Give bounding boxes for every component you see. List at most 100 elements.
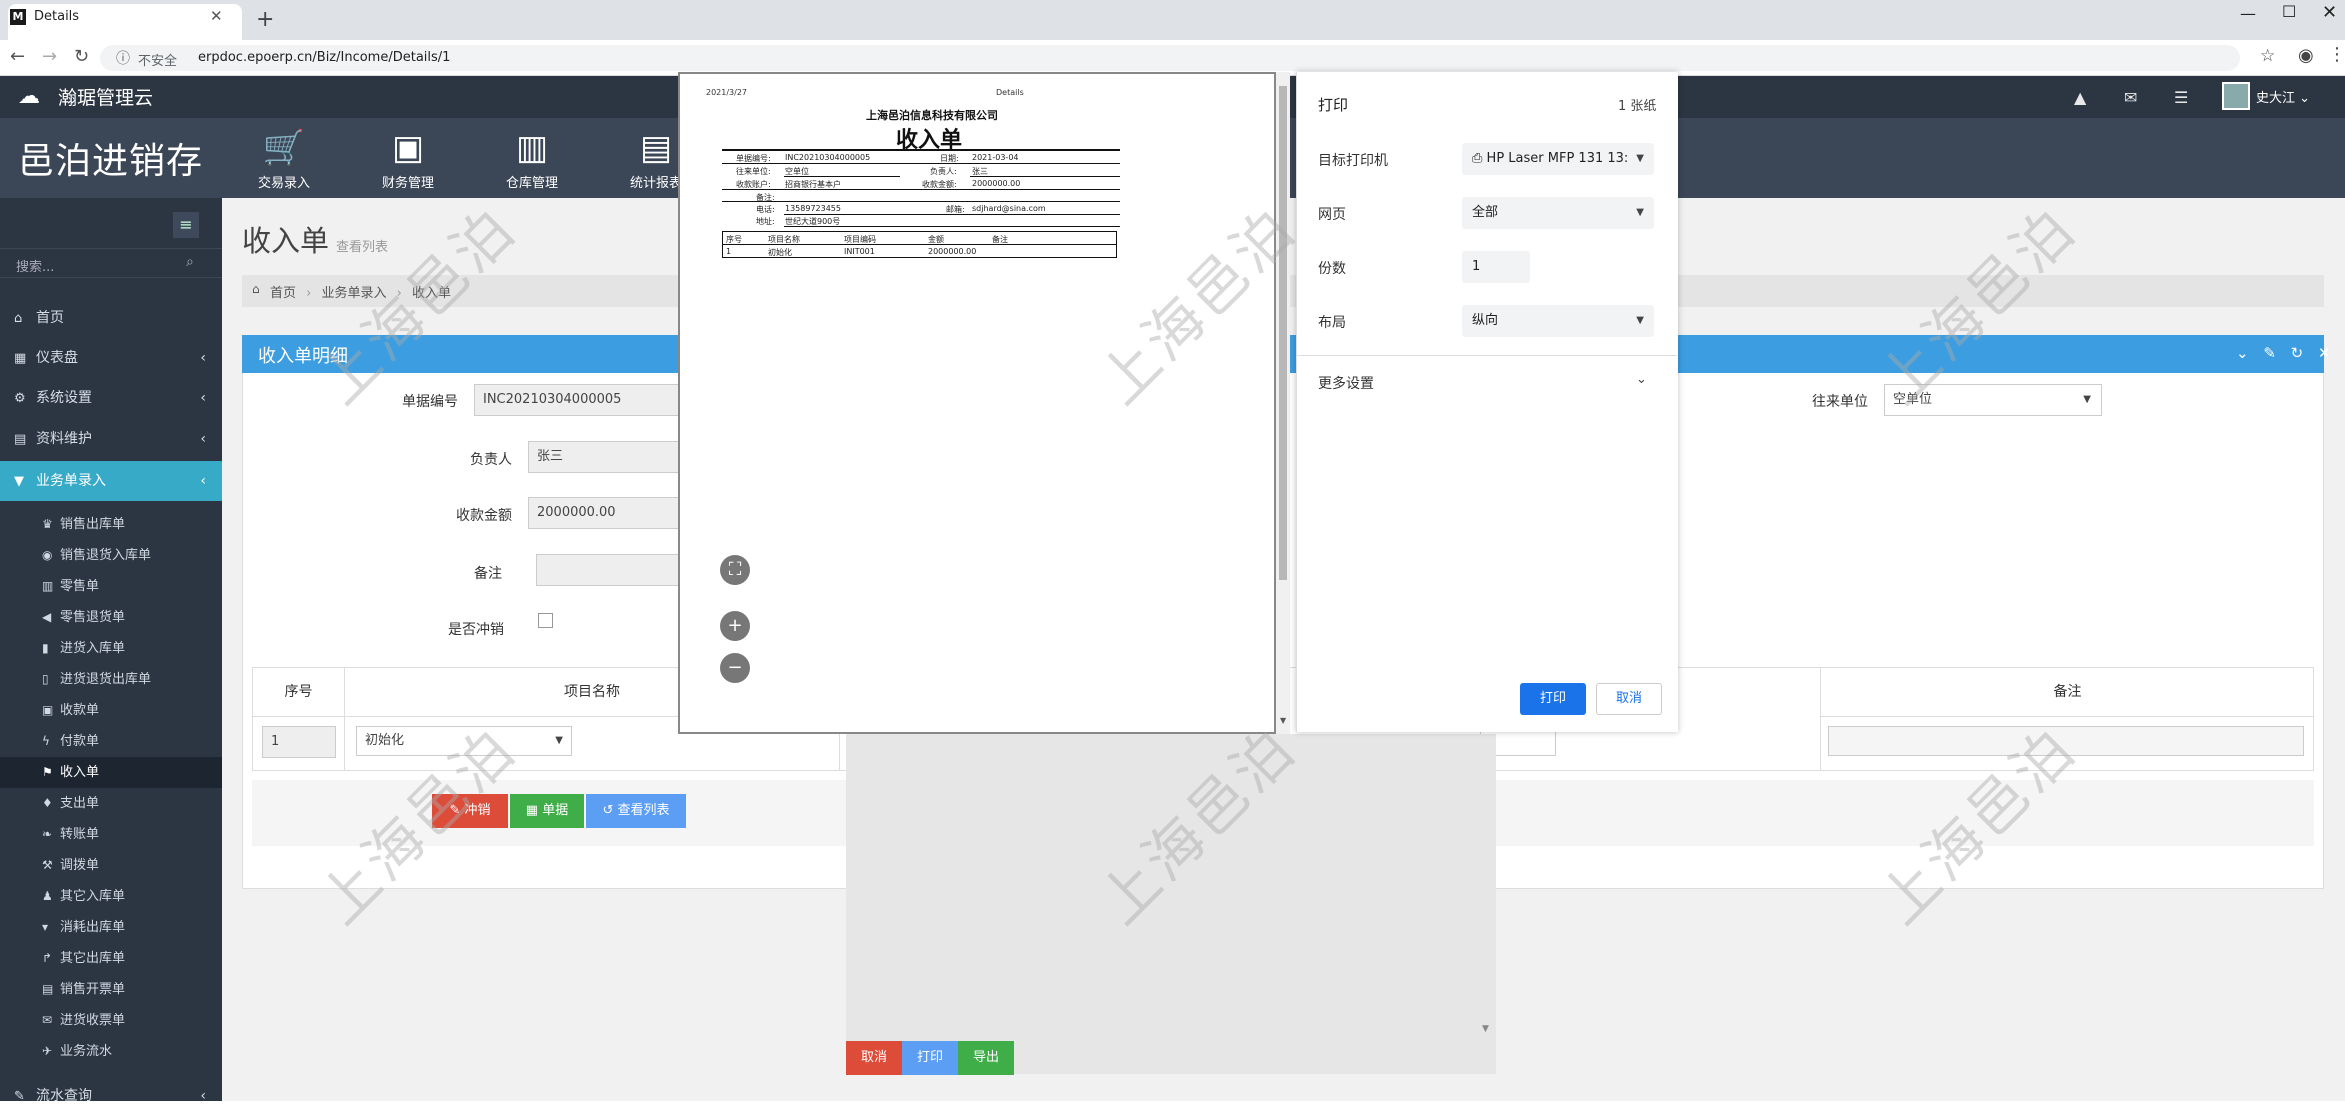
zoom-in-icon[interactable]: + [720,611,750,641]
pv-th: 备注 [992,235,1008,244]
bullhorn-icon: ◀ [42,610,52,624]
chevron-down-icon[interactable]: ⌄ [1636,372,1647,387]
subitem-consume-out[interactable]: ▾ 消耗出库单 [0,912,222,943]
cancel-button[interactable]: 取消 [1596,683,1662,715]
account-icon[interactable]: ◉ [2298,45,2314,66]
subitem-purchase-return[interactable]: ▯ 进货退货出库单 [0,664,222,695]
back-icon[interactable]: ← [10,46,25,67]
preview-rule [722,149,1120,151]
fit-page-icon[interactable]: ⛶ [720,555,750,585]
subitem-retail[interactable]: ▥ 零售单 [0,571,222,602]
sidebar-toggle-icon[interactable]: ≡ [173,212,199,238]
subitem-receipt[interactable]: ▣ 收款单 [0,695,222,726]
print-button[interactable]: 打印 [1520,683,1586,715]
tab-close-icon[interactable]: ✕ [210,7,223,25]
print-title: 打印 [1318,96,1349,114]
maximize-button[interactable]: ☐ [2282,2,2296,21]
leaf-icon: ❧ [42,827,53,841]
chevron-left-icon: ‹ [200,390,206,406]
browser-menu-icon[interactable]: ⋮ [2328,44,2345,65]
subitem-income[interactable]: ⚑ 收入单 [0,757,222,788]
preview-cancel-button[interactable]: 取消 [846,1041,902,1075]
subitem-purchase-in[interactable]: ▮ 进货入库单 [0,633,222,664]
settings-divider [1297,355,1677,356]
subitem-other-out[interactable]: ↱ 其它出库单 [0,943,222,974]
module-label: 仓库管理 [505,176,558,191]
subitem-label: 业务流水 [60,1044,113,1059]
bookmark-star-icon[interactable]: ☆ [2260,46,2275,66]
favicon: M [10,9,26,25]
list-button[interactable]: ↺ 查看列表 [586,794,686,828]
sidebar-item-flow[interactable]: ✎ 流水查询 ‹ [0,1076,222,1104]
subitem-business-flow[interactable]: ✈ 业务流水 [0,1036,222,1067]
book-icon: ▤ [14,432,27,447]
cart-icon: 🛒 [262,128,306,168]
module-label: 交易录入 [257,176,310,191]
sidebar-item-data[interactable]: ▤ 资料维护 ‹ [0,419,222,459]
sidebar-item-dashboard[interactable]: ▦ 仪表盘 ‹ [0,338,222,378]
sidebar-item-label: 流水查询 [36,1088,92,1104]
sidebar-item-home[interactable]: ⌂ 首页 [0,298,222,338]
table-icon: ▦ [525,803,543,818]
trophy-icon: ♛ [42,517,53,531]
preview-export-button[interactable]: 导出 [958,1041,1014,1075]
pv-td: 初始化 [768,248,792,257]
page-subtitle[interactable]: 查看列表 [336,236,388,255]
search-icon[interactable]: ⌕ [186,254,194,270]
module-finance[interactable]: ▣ 财务管理 [348,120,468,198]
row-no-field[interactable]: 1 [262,726,336,758]
pv-td: INIT001 [844,247,875,256]
envelope-icon[interactable]: ✉ [2124,88,2137,107]
amount-field[interactable]: 2000000.00 [528,497,684,529]
info-icon[interactable]: ⓘ [116,48,130,68]
subitem-sales-invoice[interactable]: ▤ 销售开票单 [0,974,222,1005]
doc-no-field[interactable]: INC20210304000005 [474,384,684,416]
sidebar-item-settings[interactable]: ⚙ 系统设置 ‹ [0,378,222,418]
warning-icon[interactable]: ▲ [2074,88,2086,107]
offset-checkbox[interactable] [538,613,553,628]
subitem-payment[interactable]: ϟ 付款单 [0,726,222,757]
amount-label: 收款金额 [456,508,512,524]
more-settings[interactable]: 更多设置 [1318,373,1374,393]
row-item-value: 初始化 [365,733,405,748]
subitem-other-in[interactable]: ♟ 其它入库单 [0,881,222,912]
subitem-transfer[interactable]: ❧ 转账单 [0,819,222,850]
caret-down-icon: ▼ [1636,207,1644,218]
panel-controls[interactable]: ⌄ ✎ ↻ ✕ [2236,344,2336,362]
preview-scroll-thumb[interactable] [1279,86,1287,580]
sidebar-item-business[interactable]: ▼ 业务单录入 ‹ [0,461,222,501]
layout-select[interactable]: 纵向 ▼ [1462,305,1654,337]
subitem-sales-out[interactable]: ♛ 销售出库单 [0,509,222,540]
subitem-label: 其它出库单 [60,951,126,966]
close-window-button[interactable]: ✕ [2322,2,2337,23]
user-name[interactable]: 史大江 ⌄ [2256,87,2310,106]
new-tab-button[interactable]: + [256,7,274,32]
owner-field[interactable]: 张三 [528,441,684,473]
tasks-icon[interactable]: ☰ [2174,88,2188,107]
subitem-expense[interactable]: ♦ 支出单 [0,788,222,819]
partner-label: 往来单位 [1812,394,1868,410]
pages-select[interactable]: 全部 ▼ [1462,197,1654,229]
sidebar-item-label: 系统设置 [36,390,92,406]
zoom-out-icon[interactable]: − [720,653,750,683]
subitem-allocation[interactable]: ⚒ 调拨单 [0,850,222,881]
printer-select[interactable]: ⎙ HP Laser MFP 131 13: ▼ [1462,143,1654,175]
module-warehouse[interactable]: ▥ 仓库管理 [472,120,592,198]
avatar[interactable] [2222,82,2250,110]
subitem-purchase-invoice[interactable]: ✉ 进货收票单 [0,1005,222,1036]
offset-label: 是否冲销 [448,622,504,638]
forward-icon[interactable]: → [42,46,57,67]
url-text[interactable]: erpdoc.epoerp.cn/Biz/Income/Details/1 [198,50,450,65]
reload-icon[interactable]: ↻ [74,46,89,67]
subitem-sales-return[interactable]: ◉ 销售退货入库单 [0,540,222,571]
subitem-retail-return[interactable]: ◀ 零售退货单 [0,602,222,633]
scroll-down-icon[interactable]: ▼ [1482,1024,1489,1034]
remark-field[interactable] [536,554,684,586]
preview-print-button[interactable]: 打印 [902,1041,958,1075]
module-trade[interactable]: 🛒 交易录入 [224,120,344,198]
minimize-button[interactable]: — [2240,4,2256,23]
scroll-down-icon[interactable]: ▼ [1280,716,1286,725]
copies-input[interactable]: 1 [1462,251,1530,283]
doc-button[interactable]: ▦ 单据 [510,794,584,828]
breadcrumb-home[interactable]: 首页 [270,286,296,301]
